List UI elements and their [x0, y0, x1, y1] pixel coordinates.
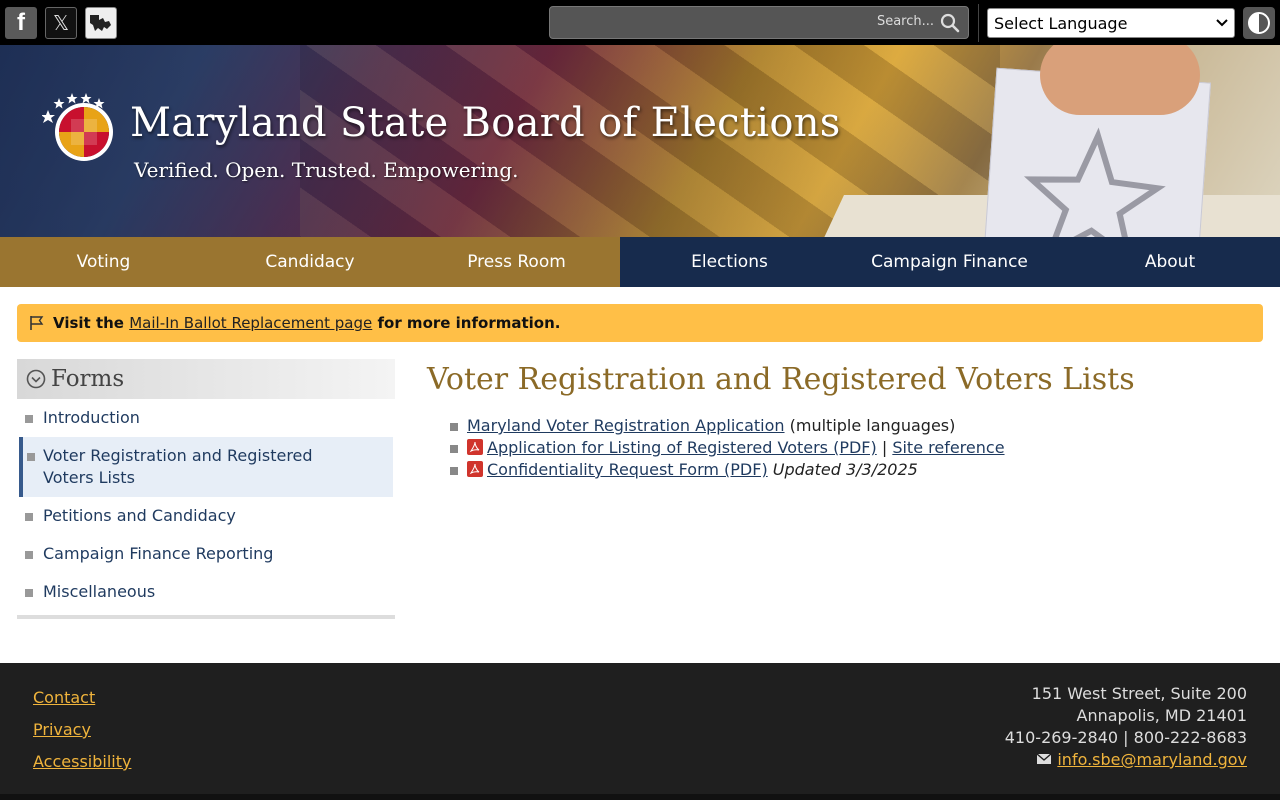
list-item: Application for Listing of Registered Vo… [450, 437, 1005, 459]
flag-icon [30, 316, 44, 330]
maryland-map-icon [90, 15, 111, 31]
pdf-icon [467, 439, 483, 455]
nav-voting[interactable]: Voting [0, 237, 207, 287]
footer-phones: 410-269-2840 | 800-222-8683 [1004, 728, 1247, 747]
voter-registration-application-link[interactable]: Maryland Voter Registration Application [467, 416, 785, 435]
maryland-icon[interactable] [85, 7, 117, 39]
x-twitter-icon[interactable]: 𝕏 [45, 7, 77, 39]
site-tagline: Verified. Open. Trusted. Empowering. [134, 158, 519, 182]
contrast-toggle-button[interactable] [1243, 7, 1275, 39]
sidebar-item-miscellaneous[interactable]: Miscellaneous [17, 573, 395, 611]
footer-contact-link[interactable]: Contact [33, 688, 95, 707]
confidentiality-request-form-link[interactable]: Confidentiality Request Form (PDF) [487, 460, 768, 479]
sidebar: Forms Introduction Voter Registration an… [17, 359, 395, 619]
doc-separator: | [881, 438, 888, 457]
sidebar-heading-label: Forms [51, 366, 125, 392]
search-icon[interactable] [940, 13, 960, 33]
language-select[interactable]: Select Language [987, 8, 1235, 38]
mail-icon [1037, 754, 1052, 764]
sidebar-item-campaign-finance-reporting[interactable]: Campaign Finance Reporting [17, 535, 395, 573]
top-bar: f 𝕏 Select Language [0, 0, 1280, 45]
footer-accessibility-link[interactable]: Accessibility [33, 752, 131, 771]
nav-about[interactable]: About [1060, 237, 1280, 287]
sidebar-item-voter-registration[interactable]: Voter Registration and Registered Voters… [19, 437, 393, 497]
pdf-icon [467, 461, 483, 477]
nav-campaign-finance[interactable]: Campaign Finance [839, 237, 1060, 287]
facebook-icon[interactable]: f [5, 7, 37, 39]
footer-email-link[interactable]: info.sbe@maryland.gov [1057, 750, 1247, 769]
contrast-icon [1248, 12, 1270, 34]
alert-prefix: Visit the [53, 314, 124, 332]
hand-image [1040, 45, 1200, 115]
topbar-divider [978, 4, 979, 42]
nav-press-room[interactable]: Press Room [413, 237, 620, 287]
list-item: Confidentiality Request Form (PDF) Updat… [450, 459, 1005, 481]
document-list: Maryland Voter Registration Application … [450, 415, 1005, 481]
site-reference-link[interactable]: Site reference [892, 438, 1004, 457]
sidebar-item-petitions[interactable]: Petitions and Candidacy [17, 497, 395, 535]
main-nav: Voting Candidacy Press Room Elections Ca… [0, 237, 1280, 287]
sidebar-heading[interactable]: Forms [17, 359, 395, 399]
chevron-circle-down-icon [26, 369, 46, 389]
alert-suffix: for more information. [377, 314, 561, 332]
site-footer: Contact Privacy Accessibility 151 West S… [0, 663, 1280, 794]
search-input[interactable] [594, 14, 934, 29]
footer-bottom-strip [0, 794, 1280, 800]
doc-note: (multiple languages) [789, 416, 956, 435]
nav-candidacy[interactable]: Candidacy [207, 237, 413, 287]
sidebar-item-introduction[interactable]: Introduction [17, 399, 395, 437]
site-title[interactable]: Maryland State Board of Elections [130, 100, 841, 146]
search-box [549, 6, 969, 39]
doc-updated-date: Updated 3/3/2025 [772, 460, 918, 479]
list-item: Maryland Voter Registration Application … [450, 415, 1005, 437]
footer-address-line1: 151 West Street, Suite 200 [1031, 684, 1247, 703]
listing-registered-voters-pdf-link[interactable]: Application for Listing of Registered Vo… [487, 438, 877, 457]
footer-address-line2: Annapolis, MD 21401 [1076, 706, 1247, 725]
footer-privacy-link[interactable]: Privacy [33, 720, 91, 739]
chevron-down-icon [1216, 19, 1228, 27]
maryland-seal-logo[interactable] [42, 90, 114, 162]
sidebar-footer-rule [17, 615, 395, 619]
language-select-value: Select Language [994, 13, 1128, 33]
alert-banner: Visit the Mail-In Ballot Replacement pag… [17, 304, 1263, 342]
page-title: Voter Registration and Registered Voters… [427, 362, 1135, 397]
footer-email-row: info.sbe@maryland.gov [1037, 750, 1247, 769]
nav-elections[interactable]: Elections [620, 237, 839, 287]
mail-in-ballot-replacement-link[interactable]: Mail-In Ballot Replacement page [129, 314, 372, 332]
